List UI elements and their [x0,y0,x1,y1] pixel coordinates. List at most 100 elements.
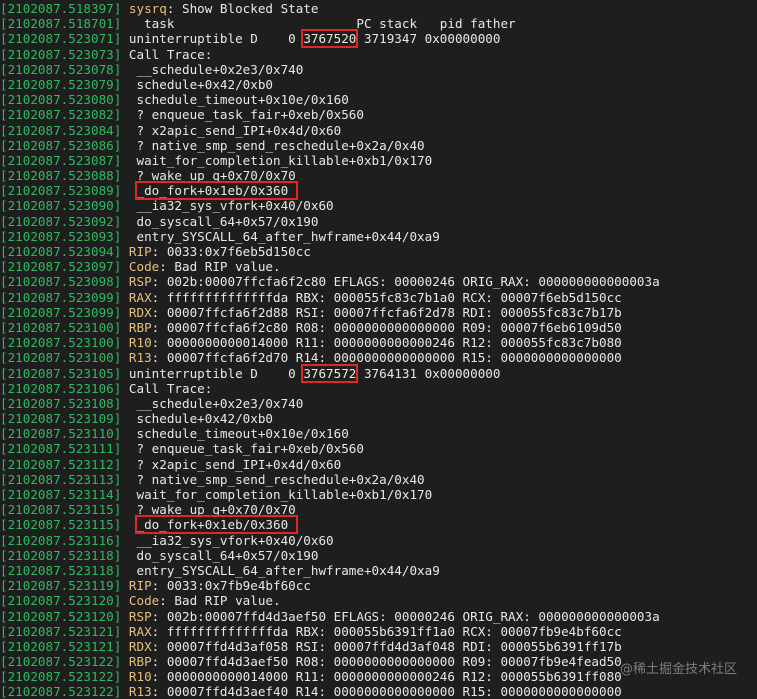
log-text: : 00007ffcfa6f2c80 R08: 0000000000000000… [151,319,622,335]
log-key: RAX [128,289,152,305]
log-key: RDX [128,638,152,654]
log-text: ? native_smp_send_reschedule+0x2a/0x40 [128,471,425,487]
highlighted-value: 3767572 [301,363,359,383]
log-timestamp: [2102087.523121] [0,638,122,654]
log-text: schedule+0x42/0xb0 [128,76,273,92]
log-timestamp: [2102087.523119] [0,578,122,594]
log-line: [2102087.523087] wait_for_completion_kil… [0,153,757,168]
log-timestamp: [2102087.523078] [0,61,122,77]
log-timestamp: [2102087.523094] [0,244,122,259]
log-text: : 0000000000014000 R11: 0000000000000246… [151,669,622,685]
log-text: : 0033:0x7f6eb5d150cc [151,244,311,259]
log-text: : 00007ffcfa6f2d88 RSI: 00007ffcfa6f2d78… [151,304,622,320]
log-text: schedule+0x42/0xb0 [128,411,273,427]
log-line: [2102087.523086] ? native_smp_send_resch… [0,138,757,153]
log-line: [2102087.518701] task PC stack pid fathe… [0,16,757,31]
log-text: schedule_timeout+0x10e/0x160 [128,426,349,442]
log-timestamp: [2102087.523084] [0,122,122,138]
highlighted-value: 3767520 [301,29,359,49]
log-line: [2102087.523100] R10: 0000000000014000 R… [0,335,757,350]
log-line: [2102087.523092] do_syscall_64+0x57/0x19… [0,214,757,229]
log-timestamp: [2102087.523073] [0,46,122,62]
log-line: [2102087.523111] ? enqueue_task_fair+0xe… [0,441,757,456]
log-text: uninterruptible D 0 [128,31,304,47]
log-timestamp: [2102087.523122] [0,669,122,685]
log-timestamp: [2102087.523108] [0,395,122,411]
log-text: : 002b:00007ffd4d3aef50 EFLAGS: 00000246… [151,608,660,624]
log-text: ? x2apic_send_IPI+0x4d/0x60 [128,122,342,138]
log-line: [2102087.523115] _do_fork+0x1eb/0x360 [0,515,757,535]
log-line: [2102087.523078] __schedule+0x2e3/0x740 [0,62,757,77]
log-timestamp: [2102087.523115] [0,517,122,533]
log-timestamp: [2102087.518701] [0,16,122,32]
log-timestamp: [2102087.523121] [0,623,122,639]
log-timestamp: [2102087.523122] [0,684,122,699]
log-key: sysrq [128,1,167,16]
log-timestamp: [2102087.523082] [0,107,122,123]
log-text: : 00007ffd4d3aef40 R14: 0000000000000000… [151,684,622,699]
log-line: [2102087.523105] uninterruptible D 0 376… [0,363,757,383]
log-line: [2102087.523122] RBP: 00007ffd4d3aef50 R… [0,654,757,669]
log-text: ? enqueue_task_fair+0xeb/0x560 [128,441,364,457]
log-timestamp: [2102087.523100] [0,335,122,351]
terminal-output[interactable]: [2102087.518397] sysrq: Show Blocked Sta… [0,0,757,699]
log-line: [2102087.523118] entry_SYSCALL_64_after_… [0,563,757,578]
log-text: : 0000000000014000 R11: 0000000000000246… [151,335,622,351]
log-line: [2102087.523122] R10: 0000000000014000 R… [0,669,757,684]
log-key: R10 [128,669,152,685]
log-timestamp: [2102087.523106] [0,380,122,396]
log-key: R13 [128,350,152,366]
log-text: do_syscall_64+0x57/0x190 [128,213,319,229]
log-line: [2102087.523088] ? wake_up_q+0x70/0x70 [0,168,757,183]
log-line: [2102087.523094] RIP: 0033:0x7f6eb5d150c… [0,244,757,259]
log-timestamp: [2102087.523097] [0,259,122,275]
log-text: : ffffffffffffffda RBX: 000055b6391ff1a0… [151,623,622,639]
log-timestamp: [2102087.523087] [0,152,122,168]
log-text: schedule_timeout+0x10e/0x160 [128,92,349,108]
log-text: __schedule+0x2e3/0x740 [128,61,304,77]
log-timestamp: [2102087.523111] [0,441,122,457]
log-text: uninterruptible D 0 [128,365,304,381]
log-line: [2102087.523099] RAX: ffffffffffffffda R… [0,290,757,305]
log-line: [2102087.523100] RBP: 00007ffcfa6f2c80 R… [0,320,757,335]
log-text: : Bad RIP value. [159,259,281,275]
log-line: [2102087.523084] ? x2apic_send_IPI+0x4d/… [0,123,757,138]
log-line: [2102087.523121] RAX: ffffffffffffffda R… [0,624,757,639]
log-text: : ffffffffffffffda RBX: 000055fc83c7b1a0… [151,289,622,305]
log-timestamp: [2102087.523079] [0,76,122,92]
log-timestamp: [2102087.523120] [0,593,122,609]
log-text: : 002b:00007ffcfa6f2c80 EFLAGS: 00000246… [151,274,660,290]
log-line: [2102087.523112] ? x2apic_send_IPI+0x4d/… [0,457,757,472]
log-timestamp: [2102087.523086] [0,137,122,153]
log-timestamp: [2102087.523118] [0,547,122,563]
log-line: [2102087.523120] Code: Bad RIP value. [0,593,757,608]
log-text: __ia32_sys_vfork+0x40/0x60 [128,532,334,548]
log-line: [2102087.523090] __ia32_sys_vfork+0x40/0… [0,198,757,213]
log-timestamp: [2102087.523113] [0,471,122,487]
log-text: wait_for_completion_killable+0xb1/0x170 [128,152,433,168]
log-key: R13 [128,684,152,699]
log-text: task PC stack pid father [128,16,516,32]
log-timestamp: [2102087.523090] [0,198,122,214]
log-key: RIP [128,244,152,259]
log-line: [2102087.523099] RDX: 00007ffcfa6f2d88 R… [0,305,757,320]
log-key: RSP [128,608,152,624]
log-text: Call Trace: [128,380,213,396]
log-timestamp: [2102087.523080] [0,92,122,108]
log-text: ? x2apic_send_IPI+0x4d/0x60 [128,456,342,472]
log-line: [2102087.523089] _do_fork+0x1eb/0x360 [0,181,757,201]
log-key: Code [128,593,160,609]
highlighted-value: _do_fork+0x1eb/0x360 [134,181,298,201]
log-text: ? enqueue_task_fair+0xeb/0x560 [128,107,364,123]
log-timestamp: [2102087.523088] [0,168,122,184]
log-line: [2102087.523113] ? native_smp_send_resch… [0,472,757,487]
log-text: : Show Blocked State [166,1,319,16]
log-line: [2102087.523071] uninterruptible D 0 376… [0,29,757,49]
log-timestamp: [2102087.523110] [0,426,122,442]
log-timestamp: [2102087.523099] [0,304,122,320]
log-timestamp: [2102087.523116] [0,532,122,548]
log-timestamp: [2102087.523100] [0,350,122,366]
log-timestamp: [2102087.518397] [0,1,122,16]
log-timestamp: [2102087.523118] [0,562,122,578]
